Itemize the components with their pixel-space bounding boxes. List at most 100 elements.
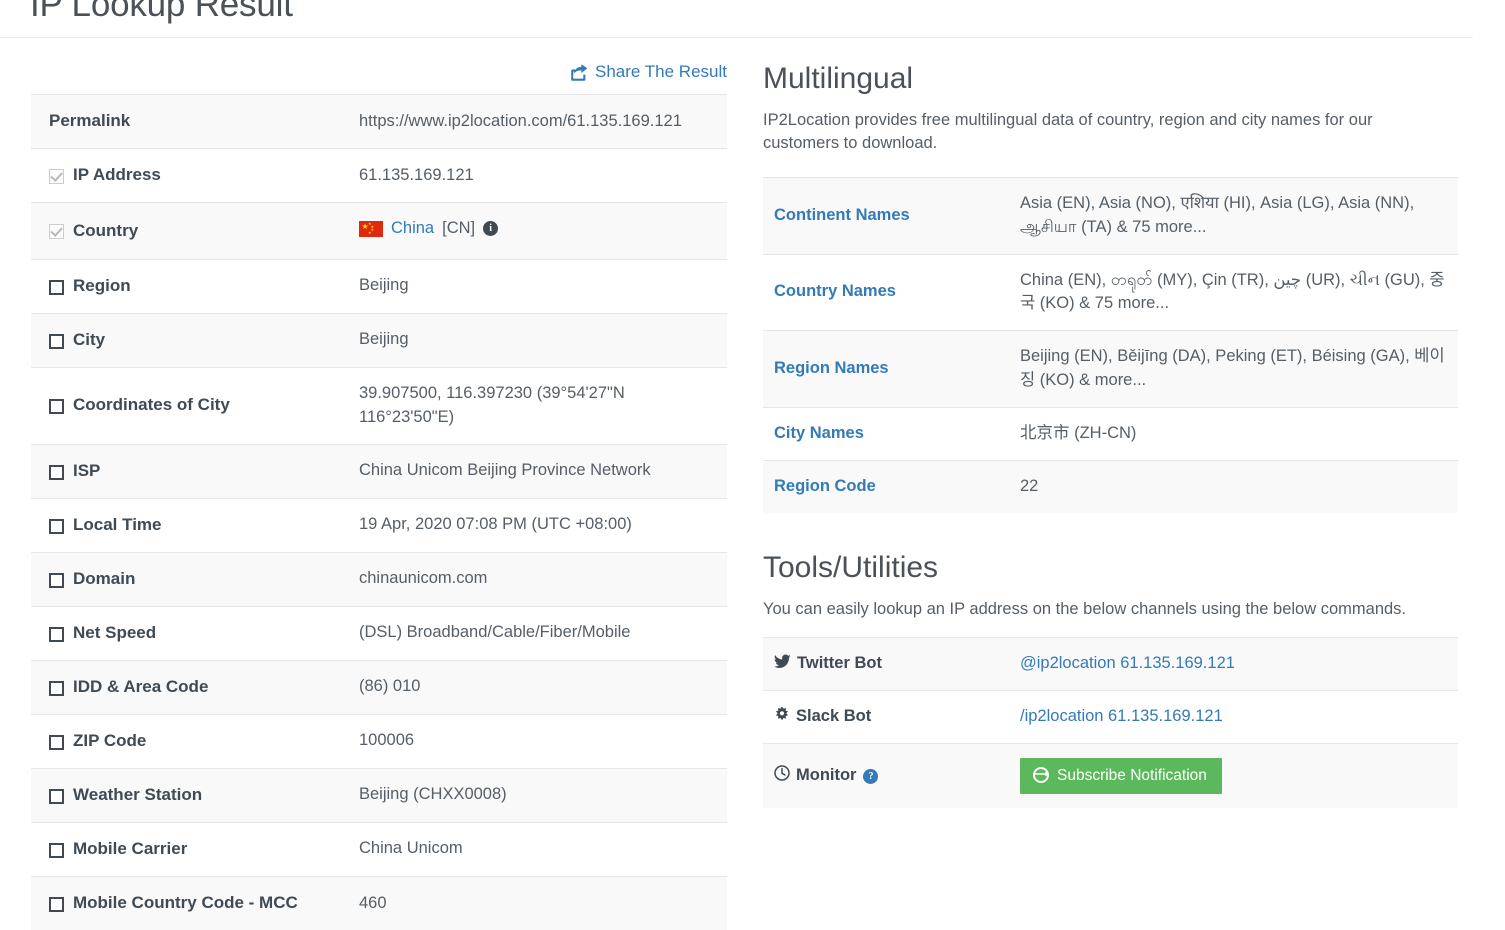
table-row: Local Time 19 Apr, 2020 07:08 PM (UTC +0… <box>31 498 727 553</box>
row-checkbox-city[interactable] <box>49 333 64 349</box>
table-row: Slack Bot /ip2location 61.135.169.121 <box>763 690 1458 743</box>
page-header: IP Lookup Result <box>0 0 1473 38</box>
row-label-cell: IDD & Area Code <box>31 660 357 714</box>
multilingual-label[interactable]: Country Names <box>763 254 1020 331</box>
row-label: Coordinates of City <box>73 395 230 415</box>
table-row: Country Names China (EN), တရုတ် (MY), Çi… <box>763 254 1458 331</box>
row-value-cell: China Unicom Beijing Province Network <box>359 461 651 480</box>
row-label-cell: Mobile Country Code - MCC <box>31 876 357 930</box>
row-label-cell: Net Speed <box>31 606 357 660</box>
twitter-icon <box>774 654 791 669</box>
row-label: Permalink <box>49 111 131 131</box>
table-row: ZIP Code 100006 <box>31 714 727 769</box>
multilingual-value: China (EN), တရုတ် (MY), Çin (TR), چین (U… <box>1020 270 1445 313</box>
row-label: IP Address <box>73 165 161 185</box>
clock-icon <box>774 764 790 781</box>
row-label-cell: Mobile Carrier <box>31 822 357 876</box>
slack-icon <box>774 705 790 722</box>
table-row: Country ★ ★ ★ ★ ★ China [CN] i <box>31 202 727 260</box>
share-the-result-link[interactable]: Share The Result <box>570 62 727 82</box>
row-checkbox-net-speed[interactable] <box>49 626 64 642</box>
multilingual-value: 北京市 (ZH-CN) <box>1020 424 1137 443</box>
row-value-cell: Beijing (CHXX0008) <box>359 785 507 804</box>
multilingual-label[interactable]: Region Names <box>763 331 1020 408</box>
row-label: Region <box>73 276 131 296</box>
row-label: IDD & Area Code <box>73 676 209 696</box>
row-checkbox-idd-area-code[interactable] <box>49 680 64 696</box>
table-row: Net Speed (DSL) Broadband/Cable/Fiber/Mo… <box>31 606 727 661</box>
table-row: Mobile Country Code - MCC 460 <box>31 876 727 930</box>
country-code: [CN] <box>442 219 476 237</box>
tool-label-cell: Twitter Bot <box>763 637 1020 690</box>
row-label-cell: ISP <box>31 444 357 498</box>
region-code-link[interactable]: Region Code <box>774 477 876 495</box>
row-checkbox-country[interactable] <box>49 224 64 240</box>
slack-bot-command-link[interactable]: /ip2location 61.135.169.121 <box>1020 707 1223 725</box>
row-label: Net Speed <box>73 622 157 642</box>
row-label: ISP <box>73 460 101 480</box>
row-value-cell: China Unicom <box>359 839 463 858</box>
multilingual-table: Continent Names Asia (EN), Asia (NO), एश… <box>763 177 1458 514</box>
row-label-cell: City <box>31 313 357 367</box>
city-names-link[interactable]: City Names <box>774 424 864 442</box>
row-label-cell: ZIP Code <box>31 714 357 768</box>
left-column: Share The Result Permalink https://www.i… <box>31 62 727 930</box>
table-row: Region Names Beijing (EN), Běijīng (DA),… <box>763 330 1458 408</box>
row-value-cell: Beijing <box>359 276 409 295</box>
subscribe-notification-button[interactable]: ⟶ Subscribe Notification <box>1020 757 1222 794</box>
multilingual-label[interactable]: Continent Names <box>763 177 1020 254</box>
row-checkbox-local-time[interactable] <box>49 518 64 534</box>
tool-value-cell: ⟶ Subscribe Notification <box>1020 743 1458 808</box>
multilingual-label[interactable]: City Names <box>763 408 1020 461</box>
row-checkbox-weather-station[interactable] <box>49 788 64 804</box>
multilingual-heading: Multilingual <box>763 62 914 95</box>
arrow-circle-right-icon: ⟶ <box>1033 767 1049 784</box>
country-name-link[interactable]: China <box>391 217 434 241</box>
tools-utilities-table: Twitter Bot @ip2location 61.135.169.121 <box>763 637 1458 808</box>
tool-label-cell: Slack Bot <box>763 690 1020 743</box>
row-checkbox-zip-code[interactable] <box>49 734 64 750</box>
row-checkbox-domain[interactable] <box>49 572 64 588</box>
table-row: ISP China Unicom Beijing Province Networ… <box>31 444 727 499</box>
ip-details-table: Permalink https://www.ip2location.com/61… <box>31 94 727 930</box>
row-value-cell: ★ ★ ★ ★ ★ China [CN] i <box>357 203 727 260</box>
row-value-cell: 460 <box>359 893 387 912</box>
row-value-cell: (DSL) Broadband/Cable/Fiber/Mobile <box>359 623 631 642</box>
multilingual-description: IP2Location provides free multilingual d… <box>763 110 1373 152</box>
info-circle-icon[interactable]: i <box>483 221 499 237</box>
row-checkbox-isp[interactable] <box>49 464 64 480</box>
table-row: Domain chinaunicom.com <box>31 552 727 607</box>
subscribe-notification-label: Subscribe Notification <box>1057 766 1207 784</box>
row-label-cell: Domain <box>31 552 357 606</box>
row-checkbox-mobile-carrier[interactable] <box>49 842 64 858</box>
row-label: ZIP Code <box>73 730 147 750</box>
table-row: Weather Station Beijing (CHXX0008) <box>31 768 727 823</box>
country-names-link[interactable]: Country Names <box>774 282 896 300</box>
tool-label: Monitor <box>796 765 857 784</box>
region-names-link[interactable]: Region Names <box>774 359 889 377</box>
row-value-cell: chinaunicom.com <box>359 569 488 588</box>
row-label-cell: Local Time <box>31 498 357 552</box>
row-label-cell: Weather Station <box>31 768 357 822</box>
row-label: Domain <box>73 568 136 588</box>
row-label-cell: Region <box>31 259 357 313</box>
twitter-bot-command-link[interactable]: @ip2location 61.135.169.121 <box>1020 654 1235 672</box>
share-link-label: Share The Result <box>595 62 727 81</box>
tools-utilities-heading: Tools/Utilities <box>763 551 939 585</box>
row-value-cell: https://www.ip2location.com/61.135.169.1… <box>359 111 682 130</box>
table-row: Monitor? ⟶ Subscribe Notification <box>763 743 1458 808</box>
continent-names-link[interactable]: Continent Names <box>774 206 910 224</box>
row-checkbox-region[interactable] <box>49 279 64 295</box>
row-label: Local Time <box>73 514 162 534</box>
share-row: Share The Result <box>31 62 727 94</box>
page-title: IP Lookup Result <box>30 0 293 24</box>
cn-flag-icon: ★ ★ ★ ★ ★ <box>359 220 383 237</box>
multilingual-label[interactable]: Region Code <box>763 461 1020 513</box>
help-circle-icon[interactable]: ? <box>863 769 879 785</box>
row-value-cell: 19 Apr, 2020 07:08 PM (UTC +08:00) <box>359 515 632 534</box>
row-checkbox-ip-address[interactable] <box>49 168 64 184</box>
row-checkbox-mobile-country-code[interactable] <box>49 896 64 912</box>
row-checkbox-coordinates-of-city[interactable] <box>49 399 64 415</box>
row-label: Mobile Carrier <box>73 838 188 858</box>
row-label: Weather Station <box>73 784 203 804</box>
